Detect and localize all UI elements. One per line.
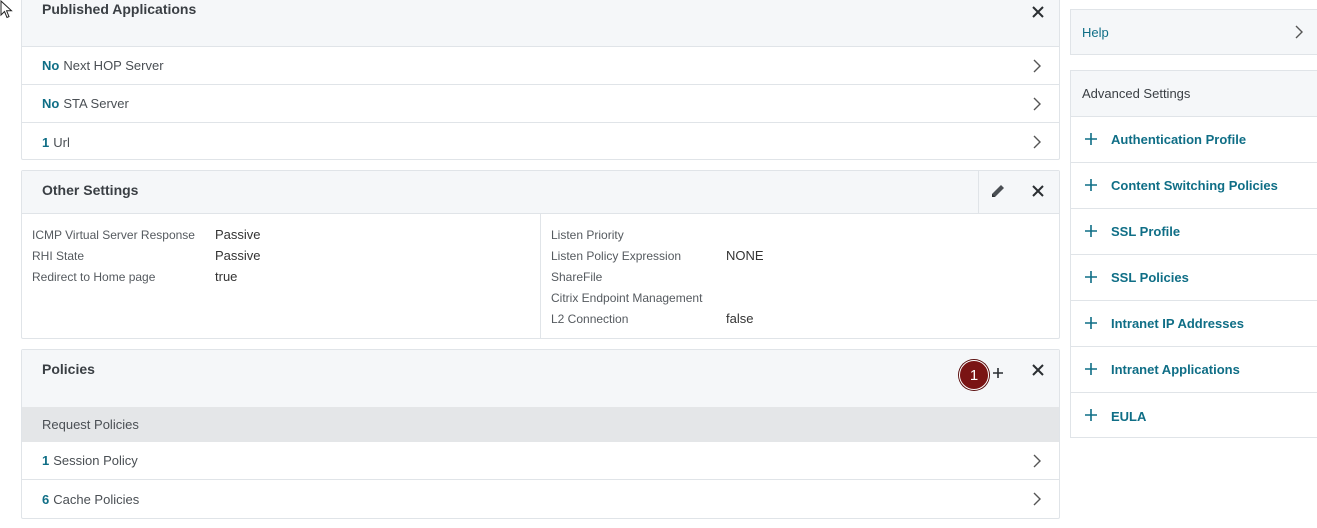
advanced-item-label: Authentication Profile <box>1111 132 1247 147</box>
advanced-item-label: Intranet IP Addresses <box>1111 316 1244 331</box>
row-count: 1 <box>42 134 50 150</box>
published-applications-panel: Published Applications No Next HOP Serve… <box>21 0 1060 160</box>
plus-icon <box>1085 179 1097 191</box>
row-count: No <box>42 96 60 111</box>
plus-icon <box>1085 271 1097 283</box>
advanced-item-label: Intranet Applications <box>1111 362 1240 377</box>
panel-header: Other Settings <box>22 171 1059 214</box>
chevron-right-icon <box>1295 25 1303 39</box>
setting-key: Listen Priority <box>551 228 624 242</box>
advanced-item-label: EULA <box>1111 408 1147 424</box>
setting-value: false <box>726 311 754 326</box>
row-label: Session Policy <box>53 453 138 468</box>
add-intranet-ip-addresses[interactable]: Intranet IP Addresses <box>1071 301 1317 347</box>
setting-key: ICMP Virtual Server Response <box>32 228 195 242</box>
setting-key: ShareFile <box>551 270 603 284</box>
chevron-right-icon <box>1033 59 1041 73</box>
list-item-url[interactable]: 1 Url <box>22 123 1059 161</box>
add-ssl-policies[interactable]: SSL Policies <box>1071 255 1317 301</box>
advanced-item-label: SSL Policies <box>1111 270 1189 285</box>
setting-key: Citrix Endpoint Management <box>551 291 703 305</box>
advanced-item-label: Content Switching Policies <box>1111 178 1278 193</box>
add-policy-button[interactable] <box>984 359 1012 387</box>
advanced-settings-title: Advanced Settings <box>1071 71 1317 117</box>
other-settings-panel: Other Settings ICMP Virtual Server Respo… <box>21 170 1060 339</box>
help-label: Help <box>1082 24 1109 40</box>
column-divider <box>540 214 541 339</box>
panel-title: Policies <box>42 361 95 377</box>
setting-value: Passive <box>215 227 261 242</box>
plus-icon <box>993 368 1003 378</box>
pencil-icon <box>992 185 1004 197</box>
app-root: Published Applications No Next HOP Serve… <box>0 0 1317 528</box>
add-content-switching-policies[interactable]: Content Switching Policies <box>1071 163 1317 209</box>
plus-icon <box>1085 133 1097 145</box>
setting-value: Passive <box>215 248 261 263</box>
mouse-cursor-icon <box>0 0 13 19</box>
close-icon <box>1032 364 1044 376</box>
close-button[interactable] <box>1024 177 1052 205</box>
panel-header: Published Applications <box>22 0 1059 47</box>
chevron-right-icon <box>1033 492 1041 506</box>
policies-panel: Policies 1 Request Policies 1 Session Po… <box>21 349 1060 519</box>
setting-key: RHI State <box>32 249 85 263</box>
list-item-sta-server[interactable]: No STA Server <box>22 85 1059 123</box>
add-authentication-profile[interactable]: Authentication Profile <box>1071 117 1317 163</box>
edit-button[interactable] <box>984 177 1012 205</box>
advanced-settings-panel: Advanced Settings Authentication Profile… <box>1070 70 1317 438</box>
add-ssl-profile[interactable]: SSL Profile <box>1071 209 1317 255</box>
row-count: 6 <box>42 491 50 507</box>
row-label: Url <box>53 134 70 150</box>
close-button[interactable] <box>1024 356 1052 384</box>
row-label: Next HOP Server <box>63 58 164 73</box>
add-intranet-applications[interactable]: Intranet Applications <box>1071 347 1317 393</box>
plus-icon <box>1085 225 1097 237</box>
panel-header: Policies 1 <box>22 350 1059 407</box>
row-label: STA Server <box>63 96 129 111</box>
add-eula[interactable]: EULA <box>1071 393 1317 439</box>
row-count: No <box>42 58 60 73</box>
list-item-next-hop-server[interactable]: No Next HOP Server <box>22 47 1059 85</box>
panel-title: Published Applications <box>42 1 197 17</box>
close-button[interactable] <box>1024 0 1052 26</box>
setting-key: Redirect to Home page <box>32 270 156 284</box>
setting-value: true <box>215 269 238 284</box>
header-divider <box>978 171 979 213</box>
row-label: Cache Policies <box>53 491 140 507</box>
list-item-session-policy[interactable]: 1 Session Policy <box>22 442 1059 480</box>
chevron-right-icon <box>1033 454 1041 468</box>
advanced-item-label: SSL Profile <box>1111 224 1181 239</box>
panel-title: Other Settings <box>42 182 139 198</box>
plus-icon <box>1085 409 1097 421</box>
row-count: 1 <box>42 453 50 468</box>
settings-body: ICMP Virtual Server Response Passive RHI… <box>22 214 1059 339</box>
setting-key: L2 Connection <box>551 312 629 326</box>
chevron-right-icon <box>1033 97 1041 111</box>
close-icon <box>1032 185 1044 197</box>
chevron-right-icon <box>1033 135 1041 149</box>
list-item-cache-policies[interactable]: 6 Cache Policies <box>22 480 1059 518</box>
plus-icon <box>1085 317 1097 329</box>
setting-key: Listen Policy Expression <box>551 249 682 263</box>
close-icon <box>1032 6 1044 18</box>
help-button[interactable]: Help <box>1070 9 1317 55</box>
request-policies-subheader: Request Policies <box>22 407 1059 442</box>
plus-icon <box>1085 363 1097 375</box>
setting-value: NONE <box>726 248 764 263</box>
